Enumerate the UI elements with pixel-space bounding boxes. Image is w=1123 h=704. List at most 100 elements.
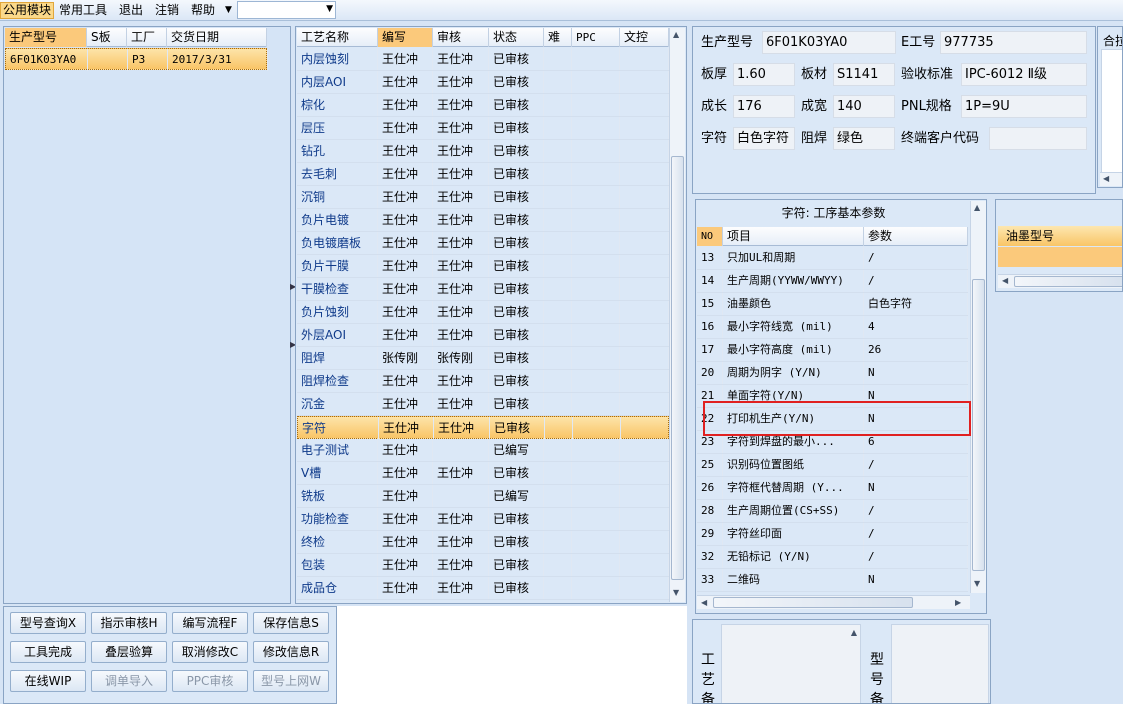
menu-help[interactable]: 帮助 [189, 2, 217, 19]
ink-row[interactable] [998, 247, 1122, 267]
ppc-review-button[interactable]: PPC审核 [172, 670, 248, 692]
menu-common-tools[interactable]: 常用工具 [57, 2, 109, 19]
cut-hscroll[interactable]: ◀ [1100, 172, 1122, 186]
param-row[interactable]: 14 生产周期(YYWW/WWYY) / [697, 270, 968, 293]
cut-list[interactable] [1101, 49, 1122, 173]
col-doc-control[interactable]: 文控 [620, 28, 669, 47]
menu-exit[interactable]: 退出 [117, 2, 145, 19]
scroll-left-icon[interactable]: ◀ [1103, 174, 1109, 183]
online-wip-button[interactable]: 在线WIP [10, 670, 86, 692]
param-row[interactable]: 17 最小字符高度 (mil) 26 [697, 339, 968, 362]
scroll-down-icon[interactable]: ▼ [974, 579, 980, 588]
process-row[interactable]: 电子测试 王仕冲 已编写 [297, 439, 669, 462]
scroll-thumb[interactable] [972, 279, 985, 571]
thickness-field[interactable]: 1.60 [733, 63, 795, 86]
col-s-board[interactable]: S板 [87, 28, 127, 47]
tool-complete-button[interactable]: 工具完成 [10, 641, 86, 663]
process-row[interactable]: 外层AOI 王仕冲 王仕冲 已审核 [297, 324, 669, 347]
process-notes-field[interactable]: ▲ [721, 624, 861, 703]
process-row[interactable]: 棕化 王仕冲 王仕冲 已审核 [297, 94, 669, 117]
param-row[interactable]: 15 油墨颜色 白色字符 [697, 293, 968, 316]
menu-public-module[interactable]: 公用模块 [0, 2, 55, 19]
process-row[interactable]: 负片干膜 王仕冲 王仕冲 已审核 [297, 255, 669, 278]
param-row[interactable]: 32 无铅标记 (Y/N) / [697, 546, 968, 569]
process-row[interactable]: 包装 王仕冲 王仕冲 已审核 [297, 554, 669, 577]
write-flow-button[interactable]: 编写流程F [172, 612, 248, 634]
col-factory[interactable]: 工厂 [127, 28, 167, 47]
edit-info-button[interactable]: 修改信息R [253, 641, 329, 663]
col-model[interactable]: 生产型号 [5, 28, 87, 47]
process-row[interactable]: 功能检查 王仕冲 王仕冲 已审核 [297, 508, 669, 531]
model-notes-field[interactable] [891, 624, 989, 703]
process-row[interactable]: 成品仓 王仕冲 王仕冲 已审核 [297, 577, 669, 600]
scroll-up-icon[interactable]: ▲ [851, 628, 857, 637]
process-row[interactable]: 内层蚀刻 王仕冲 王仕冲 已审核 [297, 48, 669, 71]
param-row[interactable]: 28 生产周期位置(CS+SS) / [697, 500, 968, 523]
module-combo[interactable]: ▼ [237, 1, 336, 19]
customer-field[interactable] [989, 127, 1087, 150]
col-item[interactable]: 项目 [723, 227, 864, 246]
col-ppc[interactable]: PPC [572, 28, 620, 47]
process-row[interactable]: 内层AOI 王仕冲 王仕冲 已审核 [297, 71, 669, 94]
col-difficulty[interactable]: 难 [544, 28, 572, 47]
process-row[interactable]: 终检 王仕冲 王仕冲 已审核 [297, 531, 669, 554]
scroll-down-icon[interactable]: ▼ [673, 588, 679, 597]
menu-logout[interactable]: 注销 [153, 2, 181, 19]
scroll-left-icon[interactable]: ◀ [1002, 276, 1008, 285]
process-row[interactable]: V槽 王仕冲 王仕冲 已审核 [297, 462, 669, 485]
process-row[interactable]: 阻焊检查 王仕冲 王仕冲 已审核 [297, 370, 669, 393]
col-status[interactable]: 状态 [489, 28, 544, 47]
param-row[interactable]: 25 识别码位置图纸 / [697, 454, 968, 477]
param-row[interactable]: 13 只加UL和周期 / [697, 247, 968, 270]
process-row[interactable]: 沉铜 王仕冲 王仕冲 已审核 [297, 186, 669, 209]
col-process-name[interactable]: 工艺名称 [297, 28, 378, 47]
param-row[interactable]: 20 周期为阴字 (Y/N) N [697, 362, 968, 385]
scroll-left-icon[interactable]: ◀ [701, 598, 707, 607]
param-row[interactable]: 33 二维码 N [697, 569, 968, 592]
material-field[interactable]: S1141 [833, 63, 895, 86]
width-field[interactable]: 140 [833, 95, 895, 118]
scroll-thumb[interactable] [713, 597, 913, 608]
mask-field[interactable]: 绿色 [833, 127, 895, 150]
process-row[interactable]: 铣板 王仕冲 已编写 [297, 485, 669, 508]
length-field[interactable]: 176 [733, 95, 795, 118]
param-hscroll[interactable]: ◀ ▶ [697, 595, 970, 609]
process-vscroll[interactable]: ▲ ▼ [669, 28, 685, 602]
process-row[interactable]: 去毛刺 王仕冲 王仕冲 已审核 [297, 163, 669, 186]
model-upload-button[interactable]: 型号上网W [253, 670, 329, 692]
menu-dropdown-icon[interactable]: ▼ [223, 2, 234, 19]
pnl-field[interactable]: 1P=9U [961, 95, 1087, 118]
eng-no-field[interactable]: 977735 [940, 31, 1087, 54]
process-row[interactable]: 干膜检查 王仕冲 王仕冲 已审核 [297, 278, 669, 301]
scroll-up-icon[interactable]: ▲ [974, 203, 980, 212]
process-row[interactable]: 负片电镀 王仕冲 王仕冲 已审核 [297, 209, 669, 232]
process-row[interactable]: 负片蚀刻 王仕冲 王仕冲 已审核 [297, 301, 669, 324]
param-row[interactable]: 26 字符框代替周期 (Y... N [697, 477, 968, 500]
review-button[interactable]: 指示审核H [91, 612, 167, 634]
scroll-up-icon[interactable]: ▲ [673, 30, 679, 39]
param-vscroll[interactable]: ▲ ▼ [970, 201, 986, 593]
process-row[interactable]: 沉金 王仕冲 王仕冲 已审核 [297, 393, 669, 416]
save-info-button[interactable]: 保存信息S [253, 612, 329, 634]
ink-hscroll[interactable]: ◀ [998, 274, 1122, 288]
scroll-thumb[interactable] [1014, 276, 1122, 287]
process-row[interactable]: 负电镀磨板 王仕冲 王仕冲 已审核 [297, 232, 669, 255]
order-import-button[interactable]: 调单导入 [91, 670, 167, 692]
stack-check-button[interactable]: 叠层验算 [91, 641, 167, 663]
scroll-right-icon[interactable]: ▶ [955, 598, 961, 607]
process-row[interactable]: 字符 王仕冲 王仕冲 已审核 [297, 416, 670, 439]
col-value[interactable]: 参数 [864, 227, 968, 246]
col-reviewer[interactable]: 审核 [433, 28, 489, 47]
col-date[interactable]: 交货日期 [167, 28, 267, 47]
param-row[interactable]: 16 最小字符线宽 (mil) 4 [697, 316, 968, 339]
standard-field[interactable]: IPC-6012 Ⅱ级 [961, 63, 1087, 86]
ink-header[interactable]: 油墨型号 [998, 226, 1122, 246]
col-no[interactable]: NO [697, 227, 723, 246]
process-row[interactable]: 层压 王仕冲 王仕冲 已审核 [297, 117, 669, 140]
char-field[interactable]: 白色字符 [733, 127, 795, 150]
cancel-edit-button[interactable]: 取消修改C [172, 641, 248, 663]
scroll-thumb[interactable] [671, 156, 684, 580]
process-row[interactable]: 钻孔 王仕冲 王仕冲 已审核 [297, 140, 669, 163]
model-query-button[interactable]: 型号查询X [10, 612, 86, 634]
order-row[interactable]: 6F01K03YA0 P3 2017/3/31 [5, 48, 268, 71]
